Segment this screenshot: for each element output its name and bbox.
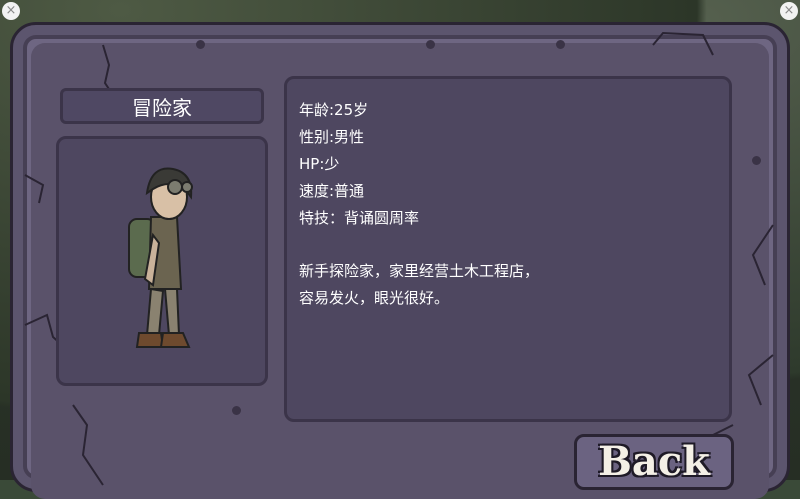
character-portrait-frame: [56, 136, 268, 386]
rivet: [426, 40, 435, 49]
back-button[interactable]: Back: [574, 434, 734, 490]
character-name-plate: 冒险家: [60, 88, 264, 124]
stat-age: 年龄:25岁: [299, 101, 369, 119]
character-info-box: 年龄:25岁 性别:男性 HP:少 速度:普通 特技：背诵圆周率 新手探险家，家…: [284, 76, 732, 422]
character-description: 新手探险家，家里经营土木工程店， 容易发火，眼光很好。: [299, 258, 717, 312]
corner-circle-left-icon: ×: [2, 2, 20, 20]
rivet: [196, 40, 205, 49]
description-line: 新手探险家，家里经营土木工程店，: [299, 262, 540, 280]
corner-circle-right-icon: ×: [780, 2, 798, 20]
stat-speed: 速度:普通: [299, 182, 365, 200]
rivet: [752, 156, 761, 165]
explorer-character-icon: [128, 167, 193, 348]
rivet: [232, 406, 241, 415]
stat-hp: HP:少: [299, 155, 340, 173]
stat-gender: 性别:男性: [299, 128, 365, 146]
stat-skill: 特技：背诵圆周率: [299, 209, 420, 227]
rivet: [556, 40, 565, 49]
description-line: 容易发火，眼光很好。: [299, 289, 450, 307]
